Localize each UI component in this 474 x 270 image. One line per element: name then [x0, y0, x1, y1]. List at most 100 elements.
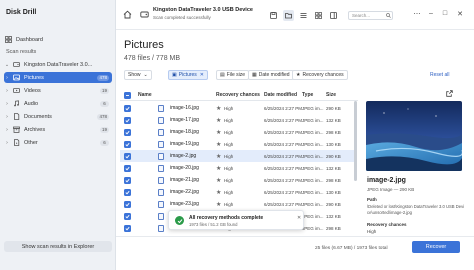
- recover-button[interactable]: Recover: [412, 241, 460, 253]
- row-checkbox[interactable]: [124, 213, 131, 220]
- sidebar-item-device[interactable]: ⌄ Kingston DataTraveler 3.0...: [4, 59, 112, 70]
- count-badge: 6: [100, 100, 109, 107]
- column-size[interactable]: Size: [326, 92, 336, 98]
- more-menu-icon[interactable]: ⋯: [412, 10, 422, 18]
- column-type[interactable]: Type: [302, 92, 313, 98]
- table-row[interactable]: image-2.jpg ★ High 6/25/2024 2:27 PM JPEG im…: [120, 150, 354, 162]
- minimize-icon[interactable]: –: [426, 10, 436, 17]
- table-row[interactable]: image-23.jpg ★ High 6/25/2024 2:27 PM JPEG i…: [120, 198, 354, 210]
- chevron-right-icon[interactable]: ›: [4, 127, 10, 133]
- row-checkbox[interactable]: [124, 153, 131, 160]
- scan-complete-toast: All recovery methods complete 1973 files…: [168, 210, 304, 230]
- remove-filter-icon[interactable]: ✕: [200, 72, 204, 78]
- table-row[interactable]: image-18.jpg ★ High 6/25/2024 2:27 PM JPEG i…: [120, 126, 354, 138]
- recovery-chance: High: [224, 201, 234, 207]
- row-checkbox[interactable]: [124, 165, 131, 172]
- file-size: 130 KB: [326, 189, 341, 195]
- row-checkbox[interactable]: [124, 129, 131, 136]
- file-size: 132 KB: [326, 213, 341, 219]
- recovery-chance: High: [224, 153, 234, 159]
- row-checkbox[interactable]: [124, 225, 131, 232]
- star-icon: ★: [216, 105, 222, 112]
- grid-view-icon[interactable]: [313, 10, 324, 21]
- app-window: Disk Drill Dashboard Scan results ⌄ King…: [0, 0, 474, 270]
- sidebar-item-label: Other: [24, 139, 38, 146]
- table-row[interactable]: image-19.jpg ★ High 6/25/2024 2:27 PM JPEG i…: [120, 138, 354, 150]
- date-modified: 6/25/2024 2:27 PM: [264, 105, 303, 111]
- image-file-icon: [158, 177, 164, 184]
- sidebar-item-pictures[interactable]: › Pictures 478: [4, 72, 112, 83]
- file-size: 298 KB: [326, 225, 341, 231]
- date-modified: 6/25/2024 2:27 PM: [264, 153, 303, 159]
- home-icon[interactable]: [123, 10, 132, 19]
- date-modified: 6/25/2024 2:27 PM: [264, 201, 303, 207]
- file-type: JPEG im...: [302, 165, 324, 171]
- folder-icon[interactable]: [283, 10, 294, 21]
- close-icon[interactable]: ✕: [455, 10, 465, 18]
- row-checkbox[interactable]: [124, 141, 131, 148]
- toast-subtitle: 1973 files / 51.2 GB found: [189, 222, 238, 227]
- document-icon: [12, 113, 20, 121]
- date-modified: 6/25/2024 2:27 PM: [264, 129, 303, 135]
- date-modified-filter[interactable]: ▦ Date modified: [248, 70, 294, 80]
- chevron-right-icon[interactable]: ›: [4, 140, 10, 146]
- sidebar-item-archives[interactable]: › Archives 19: [4, 124, 112, 135]
- image-file-icon: [158, 201, 164, 208]
- show-filter-dropdown[interactable]: Show ⌄: [124, 70, 152, 80]
- reset-all-link[interactable]: Reset all: [430, 72, 449, 78]
- row-checkbox[interactable]: [124, 117, 131, 124]
- image-file-icon: [158, 213, 164, 220]
- sidebar-item-dashboard[interactable]: Dashboard: [4, 34, 112, 45]
- preview-panel: image-2.jpg JPEG Image — 290 KB Path \De…: [362, 84, 470, 236]
- page-title: Pictures: [124, 39, 164, 51]
- preview-panel-icon[interactable]: [328, 10, 339, 21]
- recovery-chances-filter[interactable]: ★ Recovery chances: [292, 70, 348, 80]
- dashboard-icon: [4, 36, 12, 44]
- search-icon: [386, 13, 391, 20]
- toast-title: All recovery methods complete: [189, 215, 264, 221]
- row-checkbox[interactable]: [124, 177, 131, 184]
- sidebar-item-audio[interactable]: › Audio 6: [4, 98, 112, 109]
- sidebar-item-label: Audio: [24, 100, 39, 107]
- sidebar-item-documents[interactable]: › Documents 478: [4, 111, 112, 122]
- sidebar-item-label: Dashboard: [16, 36, 43, 43]
- sidebar-item-videos[interactable]: › Videos 19: [4, 85, 112, 96]
- select-all-checkbox[interactable]: [124, 91, 131, 99]
- file-type: JPEG im...: [302, 141, 324, 147]
- file-size: 290 KB: [326, 105, 341, 111]
- row-checkbox[interactable]: [124, 201, 131, 208]
- chevron-right-icon[interactable]: ›: [4, 114, 10, 120]
- column-recovery-chances[interactable]: Recovery chances: [216, 92, 260, 98]
- table-row[interactable]: image-16.jpg ★ High 6/25/2024 2:27 PM JPEG i…: [120, 102, 354, 114]
- file-icon: [12, 139, 20, 147]
- count-badge: 19: [99, 126, 109, 133]
- list-view-icon[interactable]: [298, 10, 309, 21]
- date-modified: 6/25/2024 2:27 PM: [264, 141, 303, 147]
- save-session-icon[interactable]: [268, 10, 279, 21]
- pictures-filter-chip[interactable]: ▣ Pictures ✕: [168, 70, 208, 80]
- star-icon: ★: [216, 129, 222, 136]
- chevron-down-icon[interactable]: ⌄: [4, 62, 10, 68]
- sidebar-item-other[interactable]: › Other 6: [4, 137, 112, 148]
- table-row[interactable]: image-22.jpg ★ High 6/25/2024 2:27 PM JPEG i…: [120, 186, 354, 198]
- table-scrollbar[interactable]: [354, 101, 357, 181]
- row-checkbox[interactable]: [124, 105, 131, 112]
- image-file-icon: [158, 189, 164, 196]
- table-row[interactable]: image-20.jpg ★ High 6/25/2024 2:27 PM JPEG i…: [120, 162, 354, 174]
- file-size-filter[interactable]: ▤ File size: [216, 70, 250, 80]
- sidebar: Disk Drill Dashboard Scan results ⌄ King…: [0, 0, 116, 270]
- maximize-icon[interactable]: □: [440, 10, 450, 17]
- column-date-modified[interactable]: Date modified: [264, 92, 297, 98]
- table-row[interactable]: image-17.jpg ★ High 6/25/2024 2:27 PM JPEG i…: [120, 114, 354, 126]
- file-size: 298 KB: [326, 177, 341, 183]
- chevron-right-icon[interactable]: ›: [4, 88, 10, 94]
- show-in-explorer-button[interactable]: Show scan results in Explorer: [4, 241, 112, 252]
- close-icon[interactable]: ✕: [297, 215, 301, 221]
- chevron-right-icon[interactable]: ›: [4, 75, 10, 81]
- chevron-right-icon[interactable]: ›: [4, 101, 10, 107]
- row-checkbox[interactable]: [124, 189, 131, 196]
- open-external-icon[interactable]: [446, 90, 453, 99]
- star-icon: ★: [216, 177, 222, 184]
- column-name[interactable]: Name: [138, 92, 152, 98]
- table-row[interactable]: image-21.jpg ★ High 6/25/2024 2:27 PM JPEG i…: [120, 174, 354, 186]
